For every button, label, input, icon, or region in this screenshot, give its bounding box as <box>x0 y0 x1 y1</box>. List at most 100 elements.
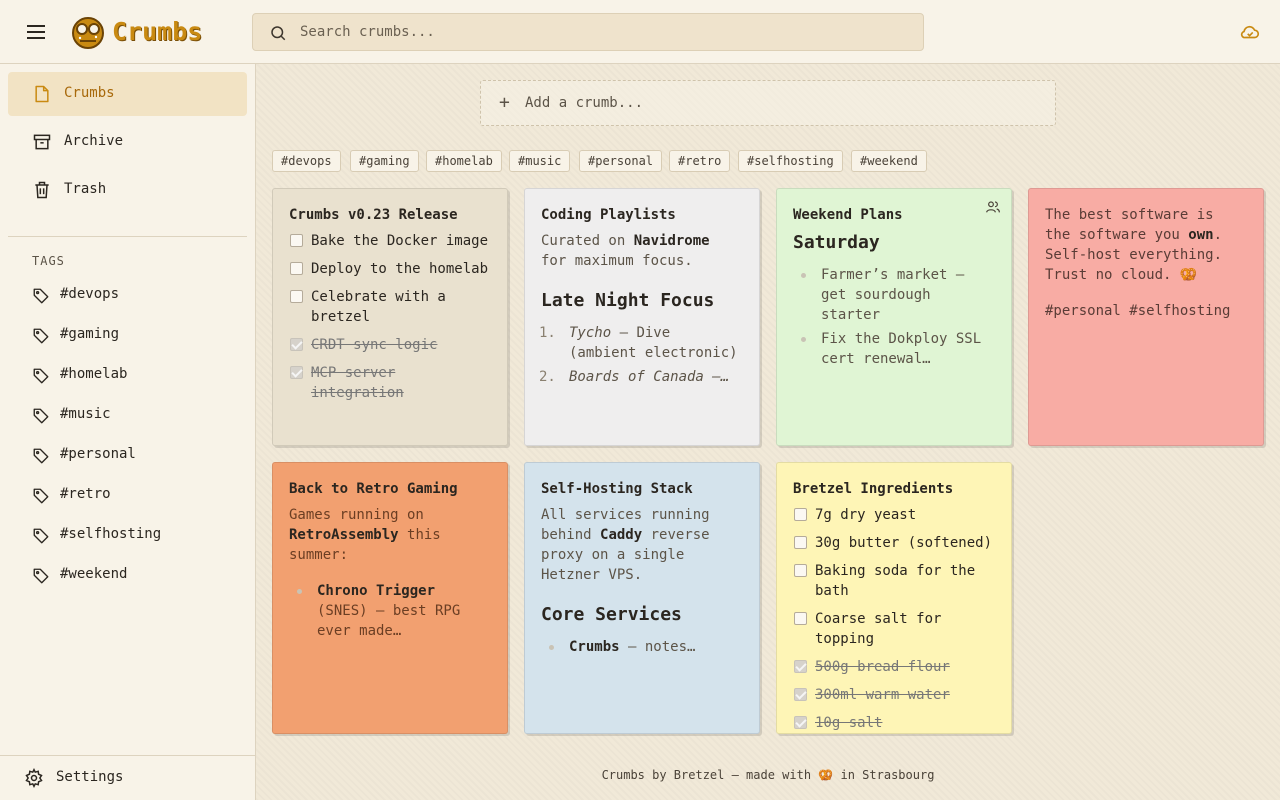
sidebar-tag-personal[interactable]: #personal <box>8 437 247 473</box>
sidebar-tag-weekend[interactable]: #weekend <box>8 557 247 593</box>
filter-chip-music[interactable]: #music <box>509 150 571 172</box>
tag-label: #devops <box>60 286 120 302</box>
note-card-release[interactable]: Crumbs v0.23 Release Bake the Docker ima… <box>272 188 508 446</box>
checklist-text: 10g salt <box>815 715 883 731</box>
checklist-item[interactable]: MCP server integration <box>289 363 491 403</box>
sidebar-tag-music[interactable]: #music <box>8 397 247 433</box>
filter-chip-selfhosting[interactable]: #selfhosting <box>738 150 843 172</box>
checklist-item[interactable]: Deploy to the homelab <box>289 259 491 279</box>
checkbox[interactable] <box>794 564 807 577</box>
pretzel-logo-icon[interactable] <box>70 14 106 50</box>
tag-label: #music <box>60 406 111 422</box>
app-header: Crumbs <box>0 0 1280 64</box>
search-bar[interactable] <box>252 13 924 51</box>
sidebar-item-trash[interactable]: Trash <box>8 168 247 212</box>
checkbox[interactable] <box>794 508 807 521</box>
note-card-quote[interactable]: The best software is the software you ow… <box>1028 188 1264 446</box>
checklist-text: Baking soda for the bath <box>815 563 976 599</box>
brand-name[interactable]: Crumbs <box>112 14 202 50</box>
menu-button[interactable] <box>24 20 48 44</box>
checklist-item[interactable]: 500g bread flour <box>793 657 995 677</box>
tag-icon <box>33 288 49 304</box>
tags-section-title: TAGS <box>32 254 65 268</box>
tag-label: #personal <box>60 446 136 462</box>
filter-chip-homelab[interactable]: #homelab <box>426 150 502 172</box>
sidebar-item-label: Trash <box>64 181 107 197</box>
tag-icon <box>33 328 49 344</box>
sidebar-tag-gaming[interactable]: #gaming <box>8 317 247 353</box>
sidebar-tag-homelab[interactable]: #homelab <box>8 357 247 393</box>
checkbox[interactable] <box>794 716 807 729</box>
add-crumb-input[interactable]: + Add a crumb... <box>480 80 1056 126</box>
checklist-item[interactable]: 10g salt <box>793 713 995 733</box>
list-item: Chrono Trigger (SNES) — best RPG ever ma… <box>289 581 491 641</box>
list-item: Fix the Dokploy SSL cert renewal… <box>793 329 995 369</box>
note-card-stack[interactable]: Self-Hosting Stack All services running … <box>524 462 760 734</box>
note-title: Crumbs v0.23 Release <box>289 207 458 223</box>
checkbox[interactable] <box>794 612 807 625</box>
checkbox[interactable] <box>290 290 303 303</box>
settings-button[interactable]: Settings <box>0 764 256 792</box>
note-card-retro[interactable]: Back to Retro Gaming Games running on Re… <box>272 462 508 734</box>
filter-chip-gaming[interactable]: #gaming <box>350 150 419 172</box>
cloud-sync-icon[interactable] <box>1239 21 1261 43</box>
checklist-item[interactable]: 7g dry yeast <box>793 505 995 525</box>
note-card-ingredients[interactable]: Bretzel Ingredients 7g dry yeast 30g but… <box>776 462 1012 734</box>
checklist-text: 30g butter (softened) <box>815 535 993 551</box>
sidebar-tag-retro[interactable]: #retro <box>8 477 247 513</box>
sidebar-item-label: Archive <box>64 133 124 149</box>
note-body: All services running behind Caddy revers… <box>541 507 710 583</box>
checklist-text: 7g dry yeast <box>815 507 917 523</box>
filter-chip-retro[interactable]: #retro <box>669 150 731 172</box>
checkbox[interactable] <box>290 234 303 247</box>
note-heading: Saturday <box>793 232 880 253</box>
checkbox[interactable] <box>794 536 807 549</box>
checkbox[interactable] <box>290 338 303 351</box>
checklist-text: Celebrate with a bretzel <box>311 289 446 325</box>
checklist-text: Deploy to the homelab <box>311 261 489 277</box>
tag-label: #retro <box>60 486 111 502</box>
tag-label: #selfhosting <box>60 526 162 542</box>
checkbox[interactable] <box>290 366 303 379</box>
tag-label: #homelab <box>60 366 128 382</box>
checklist-text: CRDT sync logic <box>311 337 438 353</box>
footer-credit: Crumbs by Bretzel — made with 🥨 in Stras… <box>256 768 1280 782</box>
note-card-playlists[interactable]: Coding Playlists Curated on Navidrome fo… <box>524 188 760 446</box>
checklist-item[interactable]: CRDT sync logic <box>289 335 491 355</box>
checklist-item[interactable]: Coarse salt for topping <box>793 609 995 649</box>
settings-label: Settings <box>56 769 124 785</box>
checklist-item[interactable]: Baking soda for the bath <box>793 561 995 601</box>
sidebar-tag-selfhosting[interactable]: #selfhosting <box>8 517 247 553</box>
checkbox[interactable] <box>794 660 807 673</box>
shared-users-icon[interactable] <box>985 199 1001 215</box>
note-icon <box>35 85 49 103</box>
filter-chip-weekend[interactable]: #weekend <box>851 150 927 172</box>
filter-chip-personal[interactable]: #personal <box>579 150 663 172</box>
checkbox[interactable] <box>290 262 303 275</box>
checklist-text: 300ml warm water <box>815 687 950 703</box>
sidebar-item-archive[interactable]: Archive <box>8 120 247 164</box>
checklist-item[interactable]: 300ml warm water <box>793 685 995 705</box>
trash-icon <box>35 181 49 199</box>
search-input[interactable] <box>300 14 900 50</box>
plus-icon: + <box>499 92 510 113</box>
note-body: Games running on RetroAssembly this summ… <box>289 507 441 563</box>
tag-icon <box>33 488 49 504</box>
note-card-weekend[interactable]: Weekend Plans Saturday Farmer’s market —… <box>776 188 1012 446</box>
checklist-item[interactable]: Celebrate with a bretzel <box>289 287 491 327</box>
sidebar-tag-devops[interactable]: #devops <box>8 277 247 313</box>
checkbox[interactable] <box>794 688 807 701</box>
checklist-item[interactable]: 30g butter (softened) <box>793 533 995 553</box>
tag-icon <box>33 568 49 584</box>
note-title: Back to Retro Gaming <box>289 481 458 497</box>
pretzel-icon: 🥨 <box>818 768 834 782</box>
sidebar-divider <box>8 236 247 237</box>
filter-chip-devops[interactable]: #devops <box>272 150 341 172</box>
note-heading: Core Services <box>541 604 682 625</box>
checklist-text: MCP server integration <box>311 365 404 401</box>
search-icon <box>271 26 286 41</box>
note-body: Curated on Navidrome for maximum focus. <box>541 233 710 269</box>
sidebar-item-crumbs[interactable]: Crumbs <box>8 72 247 116</box>
tag-icon <box>33 448 49 464</box>
checklist-item[interactable]: Bake the Docker image <box>289 231 491 251</box>
